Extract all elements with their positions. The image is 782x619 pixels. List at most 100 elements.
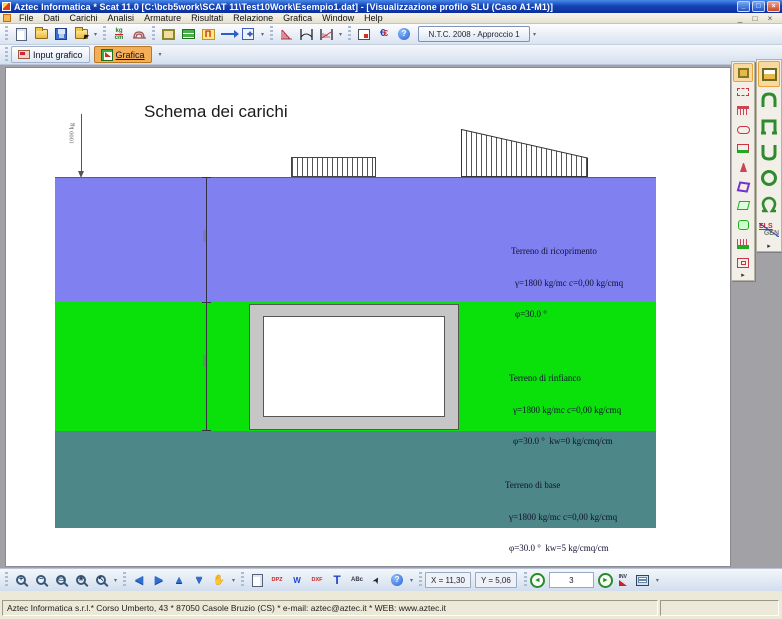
ntc-approach-select[interactable]: N.T.C. 2008 - Approccio 1 — [418, 26, 530, 42]
zoom-in-button[interactable]: + — [11, 571, 31, 590]
computo-button[interactable]: €€ — [374, 25, 394, 44]
toolbar-overflow-icon[interactable]: ▾ — [232, 577, 235, 584]
toolbar-grip[interactable] — [152, 26, 155, 42]
export-wmf-button[interactable]: W — [287, 571, 307, 590]
shear-diagram-button[interactable] — [316, 25, 336, 44]
new-file-button[interactable] — [11, 25, 31, 44]
toolbar-grip[interactable] — [270, 26, 273, 42]
phase-back-button[interactable]: ◄ — [530, 573, 545, 588]
toolbar-overflow-icon[interactable]: ▾ — [114, 577, 117, 584]
norms-button[interactable] — [129, 25, 149, 44]
import-file-button[interactable] — [71, 25, 91, 44]
toolbar-grip[interactable] — [123, 572, 126, 588]
toolbar-grip[interactable] — [103, 26, 106, 42]
els-gen-button[interactable]: ELS GEN — [758, 217, 780, 243]
export-dpz-button[interactable]: DPZ — [267, 571, 287, 590]
menu-relazione[interactable]: Relazione — [228, 13, 278, 23]
toolbar-grip[interactable] — [5, 47, 8, 63]
pointer-tool-button[interactable]: ➤ — [367, 571, 387, 590]
input-grafico-button[interactable]: Input grafico — [11, 46, 90, 63]
print-preview-button[interactable] — [247, 571, 267, 590]
mdi-child-icon[interactable] — [3, 14, 11, 22]
toolbar-grip[interactable] — [5, 26, 8, 42]
pan-left-button[interactable]: ◀ — [129, 571, 149, 590]
shape-polygon-button[interactable] — [733, 177, 753, 196]
zoom-out-button[interactable]: − — [31, 571, 51, 590]
toolbar-expand-arrow[interactable]: ▸ — [741, 272, 745, 279]
moment-diagram-button[interactable] — [296, 25, 316, 44]
font-button[interactable]: ABc — [347, 571, 367, 590]
toolbar-overflow-icon[interactable]: ▾ — [261, 31, 264, 38]
toolbar-overflow-icon[interactable]: ▾ — [159, 51, 162, 58]
shape-nested-button[interactable] — [733, 253, 753, 272]
section-horseshoe-button[interactable] — [758, 191, 780, 217]
phase-forward-button[interactable]: ► — [598, 573, 613, 588]
section-portal-button[interactable] — [758, 113, 780, 139]
shape-frame-button[interactable] — [733, 139, 753, 158]
section-arch-button[interactable] — [758, 87, 780, 113]
toolbar-grip[interactable] — [5, 572, 8, 588]
menu-file[interactable]: File — [14, 13, 39, 23]
inviluppo-button[interactable]: INV — [613, 571, 633, 590]
export-dxf-button[interactable]: DXF — [307, 571, 327, 590]
zoom-extents-button[interactable]: ✳ — [71, 571, 91, 590]
shape-comb-button[interactable] — [733, 101, 753, 120]
close-button[interactable]: × — [767, 1, 780, 12]
menu-analisi[interactable]: Analisi — [103, 13, 140, 23]
section-circular-button[interactable] — [758, 165, 780, 191]
shape-skew-button[interactable] — [733, 196, 753, 215]
toolbar-grip[interactable] — [524, 572, 527, 588]
save-file-button[interactable] — [51, 25, 71, 44]
text-tool-button[interactable]: T — [327, 571, 347, 590]
shape-dashed-button[interactable] — [733, 82, 753, 101]
pan-down-button[interactable]: ▼ — [189, 571, 209, 590]
shape-box-button[interactable] — [733, 63, 753, 82]
toolbar-expand-arrow[interactable]: ▸ — [767, 243, 771, 250]
frame-loads-button[interactable] — [238, 25, 258, 44]
mdi-close-button[interactable]: × — [764, 14, 776, 23]
help-button[interactable]: ? — [394, 25, 414, 44]
menu-window[interactable]: Window — [317, 13, 359, 23]
help2-button[interactable]: ? — [387, 571, 407, 590]
toolbar-grip[interactable] — [241, 572, 244, 588]
section-channel-button[interactable] — [758, 139, 780, 165]
pan-right-button[interactable]: ▶ — [149, 571, 169, 590]
menu-help[interactable]: Help — [359, 13, 388, 23]
menu-carichi[interactable]: Carichi — [65, 13, 103, 23]
drawing-canvas[interactable]: Schema dei carichi 1000 kg — [5, 67, 731, 567]
pan-up-button[interactable]: ▲ — [169, 571, 189, 590]
zoom-window-button[interactable]: ▭ — [51, 571, 71, 590]
zoom-previous-button[interactable]: ↖ — [91, 571, 111, 590]
units-button[interactable]: kgcm — [109, 25, 129, 44]
toolbar-overflow-icon[interactable]: ▾ — [339, 31, 342, 38]
toolbar-grip[interactable] — [419, 572, 422, 588]
mdi-minimize-button[interactable]: _ — [734, 14, 746, 23]
materials-button[interactable] — [178, 25, 198, 44]
menu-dati[interactable]: Dati — [39, 13, 65, 23]
shape-trapezoid-button[interactable] — [733, 158, 753, 177]
grafica-button[interactable]: Grafica — [94, 46, 152, 63]
mdi-restore-button[interactable]: □ — [749, 14, 761, 23]
shape-layers-button[interactable] — [733, 234, 753, 253]
menu-risultati[interactable]: Risultati — [186, 13, 228, 23]
report-button[interactable] — [354, 25, 374, 44]
toolbar-overflow-icon[interactable]: ▾ — [410, 577, 413, 584]
toolbar-overflow-icon[interactable]: ▾ — [656, 577, 659, 584]
split-view-button[interactable] — [633, 571, 653, 590]
menu-armature[interactable]: Armature — [139, 13, 186, 23]
axis-button[interactable] — [218, 25, 238, 44]
open-file-button[interactable] — [31, 25, 51, 44]
geometry-button[interactable] — [158, 25, 178, 44]
pan-hand-button[interactable]: ✋ — [209, 571, 229, 590]
analysis-button[interactable] — [276, 25, 296, 44]
phase-number-field[interactable]: 3 — [549, 572, 594, 588]
toolbar-grip[interactable] — [348, 26, 351, 42]
minimize-button[interactable]: _ — [737, 1, 750, 12]
pier-button[interactable]: Π — [198, 25, 218, 44]
menu-grafica[interactable]: Grafica — [278, 13, 317, 23]
shape-stadium-button[interactable] — [733, 120, 753, 139]
maximize-button[interactable]: □ — [752, 1, 765, 12]
section-box-culvert-button[interactable] — [758, 61, 780, 87]
toolbar-overflow-icon[interactable]: ▾ — [533, 31, 536, 38]
toolbar-overflow-icon[interactable]: ▾ — [94, 31, 97, 38]
